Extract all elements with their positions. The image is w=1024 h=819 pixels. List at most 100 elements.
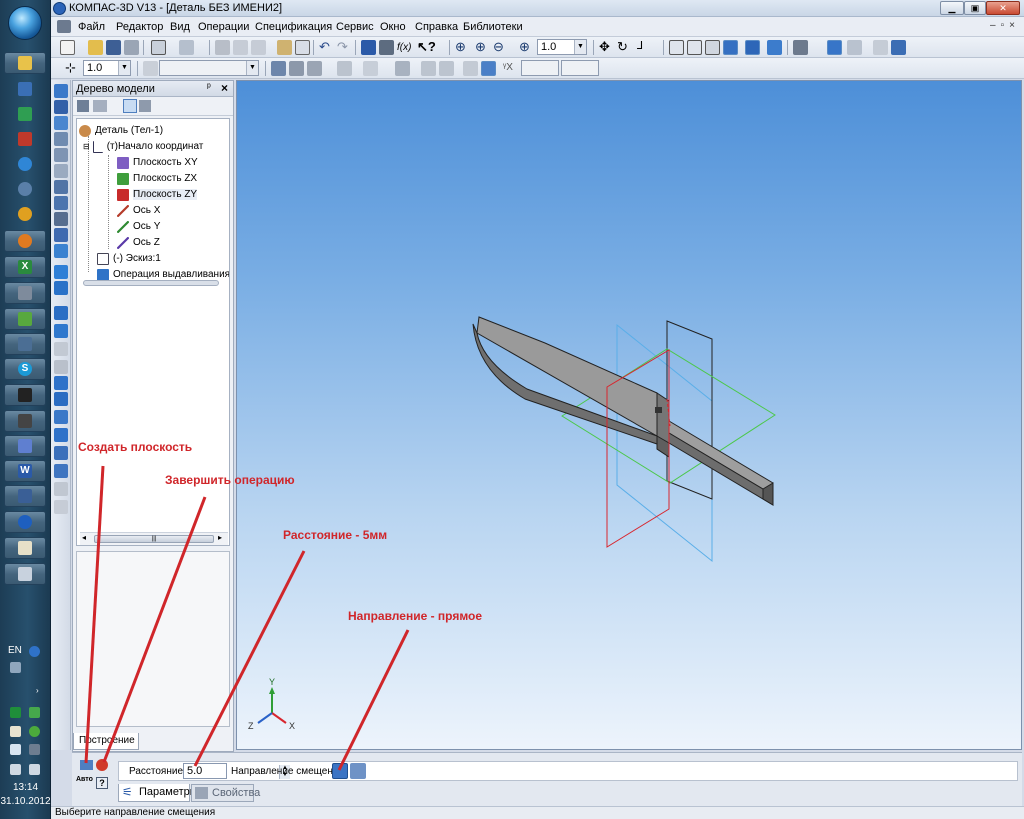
tool-icon[interactable]	[54, 244, 68, 258]
taskbar-item-5[interactable]	[4, 178, 46, 200]
tool-icon[interactable]	[54, 428, 68, 442]
taskbar-item-firefox[interactable]	[4, 230, 46, 252]
paste-icon[interactable]	[251, 40, 266, 55]
y-coordinate-field[interactable]	[561, 60, 599, 76]
star-icon[interactable]	[10, 744, 21, 755]
trim-icon[interactable]	[421, 61, 436, 76]
auto-create-label[interactable]: Авто	[76, 776, 93, 783]
document-menu-icon[interactable]	[57, 20, 71, 33]
sheet-icon[interactable]	[873, 40, 888, 55]
editing-tools-icon[interactable]	[54, 84, 68, 98]
structure-icon[interactable]	[93, 100, 107, 112]
tree-item-plane-xy[interactable]: Плоскость XY	[117, 155, 198, 170]
close-icon[interactable]: ×	[221, 81, 228, 95]
tool-icon[interactable]	[54, 500, 68, 514]
tool-icon[interactable]	[54, 196, 68, 210]
coordinates-icon[interactable]: ᵞX	[503, 61, 518, 76]
volume-icon[interactable]	[29, 764, 40, 775]
taskbar-item-kompas[interactable]	[4, 511, 46, 533]
tray-icon[interactable]	[29, 707, 40, 718]
preview-icon[interactable]	[151, 40, 166, 55]
zoom-window-icon[interactable]: ⊕	[455, 40, 470, 55]
shaded-edges-icon[interactable]	[745, 40, 760, 55]
plane-icon[interactable]	[337, 61, 352, 76]
scrollbar-thumb[interactable]: |||	[94, 535, 214, 543]
help-icon[interactable]	[29, 646, 40, 657]
undo-icon[interactable]: ↶	[319, 40, 334, 55]
menu-file[interactable]: Файл	[78, 21, 105, 33]
tang-side-face[interactable]	[668, 432, 774, 506]
tool-icon[interactable]	[54, 212, 68, 226]
manager-icon[interactable]	[847, 40, 862, 55]
taskbar-item-2[interactable]	[4, 103, 46, 125]
menu-service[interactable]: Сервис	[336, 21, 374, 33]
menu-libraries[interactable]: Библиотеки	[463, 21, 523, 33]
menu-specification[interactable]: Спецификация	[255, 21, 332, 33]
tree-item-plane-zx[interactable]: Плоскость ZX	[117, 171, 197, 186]
horizontal-scrollbar[interactable]: ◂ ||| ▸	[80, 532, 228, 545]
report-icon[interactable]	[891, 40, 906, 55]
snap-toggle-icon[interactable]	[481, 61, 496, 76]
tool-icon[interactable]	[54, 164, 68, 178]
tool-icon[interactable]	[54, 410, 68, 424]
tree-item-axis-x[interactable]: Ось X	[117, 203, 160, 218]
taskbar-item-9[interactable]	[4, 308, 46, 330]
tab-parameters[interactable]: ⚟ Параметры	[118, 784, 198, 802]
tree-item-origin[interactable]: ⊟ (т)Начало координат	[83, 139, 203, 154]
local-cs-icon[interactable]	[289, 61, 304, 76]
grid-step-icon[interactable]: ⊹	[65, 61, 80, 76]
plane-frame[interactable]	[666, 320, 713, 500]
tool-icon[interactable]	[54, 392, 68, 406]
layer-icon[interactable]	[143, 61, 158, 76]
pan-icon[interactable]: ✥	[599, 40, 614, 55]
tree-item-sketch[interactable]: (-) Эскиз:1	[97, 251, 161, 266]
variables-icon[interactable]: f(x)	[397, 40, 412, 55]
orient-icon[interactable]	[307, 61, 322, 76]
new-file-icon[interactable]	[60, 40, 75, 55]
extrude-icon[interactable]	[54, 265, 68, 279]
tool-icon[interactable]	[54, 180, 68, 194]
tool-icon[interactable]	[54, 376, 68, 390]
zoom-scale-icon[interactable]: ⊕	[519, 40, 534, 55]
taskbar-item-19[interactable]	[4, 563, 46, 585]
close-button[interactable]: ✕	[986, 1, 1020, 15]
tray-icon[interactable]	[10, 662, 21, 673]
distance-input[interactable]: 5.0 ▲ ▼	[183, 763, 290, 779]
taskbar-item-18[interactable]	[4, 537, 46, 559]
snap-icon[interactable]	[827, 40, 842, 55]
taskbar-item-12[interactable]	[4, 384, 46, 406]
maximize-button[interactable]: ▣	[964, 1, 986, 15]
rotate-op-icon[interactable]	[54, 281, 68, 295]
tree-item-plane-zy[interactable]: Плоскость ZY	[117, 187, 198, 202]
menu-help[interactable]: Справка	[415, 21, 458, 33]
menu-operations[interactable]: Операции	[198, 21, 249, 33]
tool-icon[interactable]	[54, 132, 68, 146]
library-icon[interactable]	[379, 40, 394, 55]
plane-op-icon[interactable]	[54, 306, 68, 320]
ortho-icon[interactable]	[395, 61, 410, 76]
tree-mode2-icon[interactable]	[139, 100, 151, 112]
taskbar-item-3[interactable]	[4, 128, 46, 150]
clock-date[interactable]: 31.10.2012	[0, 796, 51, 807]
shaded-icon[interactable]	[723, 40, 738, 55]
sketch-icon[interactable]	[271, 61, 286, 76]
menu-edit[interactable]: Редактор	[116, 21, 163, 33]
taskbar-item-chrome[interactable]	[4, 203, 46, 225]
hidden-lines-icon[interactable]	[687, 40, 702, 55]
perspective-icon[interactable]	[767, 40, 782, 55]
taskbar-item-10[interactable]	[4, 333, 46, 355]
finish-operation-icon[interactable]	[96, 759, 108, 771]
start-button[interactable]	[8, 6, 42, 40]
save-as-icon[interactable]	[124, 40, 139, 55]
coord-icon[interactable]	[439, 61, 454, 76]
tool-icon[interactable]	[54, 116, 68, 130]
rotate-icon[interactable]: ↻	[617, 40, 632, 55]
scroll-right-icon[interactable]: ▸	[218, 533, 222, 542]
taskbar-item-excel[interactable]: X	[4, 256, 46, 278]
x-coordinate-field[interactable]	[521, 60, 559, 76]
3d-viewport[interactable]: Y X Z	[236, 80, 1022, 750]
tray-icon[interactable]	[29, 744, 40, 755]
tool-icon[interactable]	[54, 148, 68, 162]
tool-icon[interactable]	[54, 342, 68, 356]
tool-icon[interactable]	[54, 464, 68, 478]
